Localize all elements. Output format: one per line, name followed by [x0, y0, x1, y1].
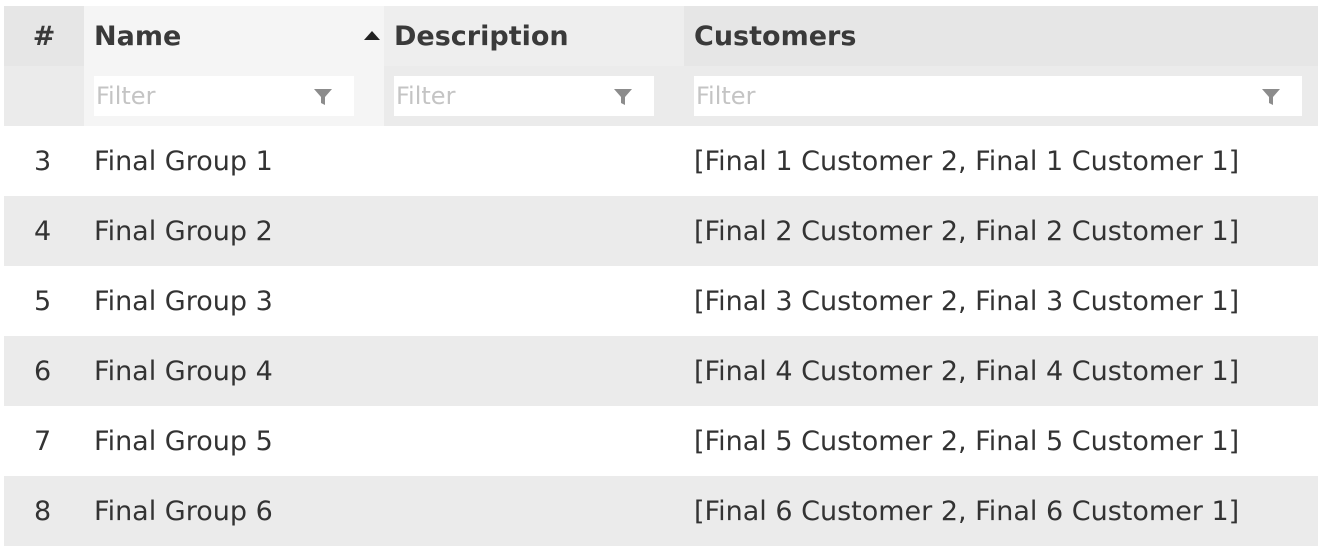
filter-funnel-icon[interactable] — [314, 88, 332, 106]
column-header-name[interactable]: Name — [84, 6, 384, 66]
name-cell: Final Group 3 — [94, 285, 273, 317]
name-cell: Final Group 4 — [94, 355, 273, 387]
header-row: # Name Description Customers — [4, 6, 1318, 66]
row-number-cell: 5 — [34, 285, 52, 317]
name-cell: Final Group 6 — [94, 495, 273, 527]
description-cell — [384, 196, 684, 266]
column-header-customers[interactable]: Customers — [684, 6, 1318, 66]
customers-cell: [Final 1 Customer 2, Final 1 Customer 1] — [694, 145, 1240, 177]
table-row[interactable]: 7 Final Group 5 [Final 5 Customer 2, Fin… — [4, 406, 1318, 476]
description-cell — [384, 336, 684, 406]
row-number-cell: 4 — [34, 215, 52, 247]
column-header-description[interactable]: Description — [384, 6, 684, 66]
description-filter-box — [394, 76, 654, 116]
table-row[interactable]: 8 Final Group 6 [Final 6 Customer 2, Fin… — [4, 476, 1318, 546]
customers-filter-box — [694, 76, 1302, 116]
row-number-cell: 6 — [34, 355, 52, 387]
filter-cell-number — [4, 66, 84, 126]
name-filter-box — [94, 76, 354, 116]
filter-row — [4, 66, 1318, 126]
filter-cell-customers — [684, 66, 1318, 126]
table-row[interactable]: 3 Final Group 1 [Final 1 Customer 2, Fin… — [4, 126, 1318, 196]
name-cell: Final Group 1 — [94, 145, 273, 177]
table-row[interactable]: 4 Final Group 2 [Final 2 Customer 2, Fin… — [4, 196, 1318, 266]
name-cell: Final Group 5 — [94, 425, 273, 457]
filter-funnel-icon[interactable] — [1262, 88, 1280, 106]
column-header-customers-label: Customers — [694, 20, 857, 52]
data-grid: # Name Description Customers Filter Filt… — [4, 6, 1318, 546]
description-cell — [384, 476, 684, 546]
customers-cell: [Final 4 Customer 2, Final 4 Customer 1] — [694, 355, 1240, 387]
customers-filter-input[interactable] — [694, 76, 1302, 116]
customers-cell: [Final 5 Customer 2, Final 5 Customer 1] — [694, 425, 1240, 457]
name-cell: Final Group 2 — [94, 215, 273, 247]
row-number-cell: 3 — [34, 145, 52, 177]
description-cell — [384, 266, 684, 336]
filter-cell-name — [84, 66, 384, 126]
customers-cell: [Final 2 Customer 2, Final 2 Customer 1] — [694, 215, 1240, 247]
column-header-name-label: Name — [94, 20, 182, 52]
table-row[interactable]: 5 Final Group 3 [Final 3 Customer 2, Fin… — [4, 266, 1318, 336]
customers-cell: [Final 6 Customer 2, Final 6 Customer 1] — [694, 495, 1240, 527]
row-number-cell: 8 — [34, 495, 52, 527]
column-header-number[interactable]: # — [4, 6, 84, 66]
description-cell — [384, 406, 684, 476]
column-header-number-label: # — [32, 20, 56, 52]
row-number-cell: 7 — [34, 425, 52, 457]
column-header-description-label: Description — [394, 20, 569, 52]
description-cell — [384, 126, 684, 196]
filter-cell-description — [384, 66, 684, 126]
customers-cell: [Final 3 Customer 2, Final 3 Customer 1] — [694, 285, 1240, 317]
table-row[interactable]: 6 Final Group 4 [Final 4 Customer 2, Fin… — [4, 336, 1318, 406]
filter-funnel-icon[interactable] — [614, 88, 632, 106]
sort-ascending-icon[interactable] — [364, 31, 380, 40]
